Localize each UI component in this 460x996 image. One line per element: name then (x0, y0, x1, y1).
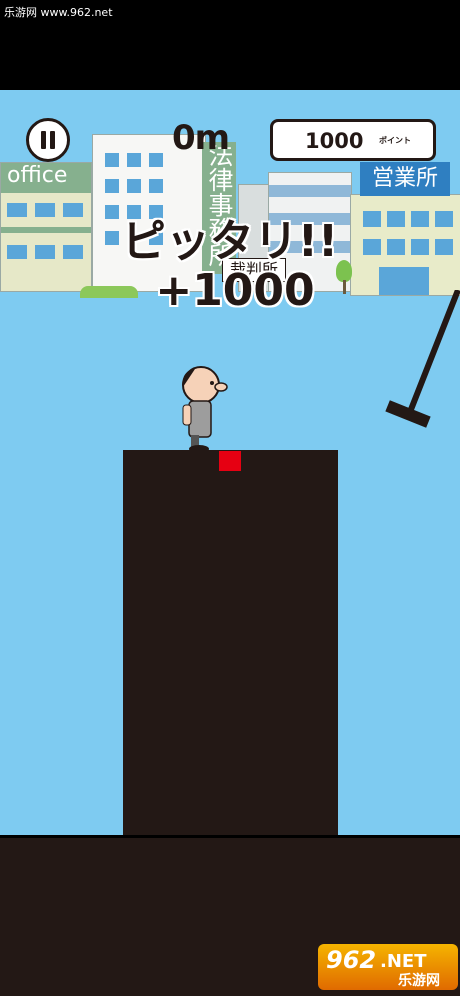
points-display: 1000 ポイント (270, 119, 436, 161)
pause-icon (41, 131, 46, 149)
pillar (123, 450, 338, 835)
salaryman-character (182, 366, 228, 453)
watermark-text: 乐游网 www.962.net (4, 6, 113, 19)
site-logo: 962 .NET 乐游网 (318, 944, 458, 990)
target-marker (219, 451, 241, 471)
pause-button[interactable] (26, 118, 70, 162)
bonus-points: +1000 (155, 265, 315, 316)
distance-counter: 0m (172, 118, 230, 158)
bonus-label: ピッタリ!! (121, 216, 339, 267)
sales-office-sign: 営業所 (360, 162, 450, 196)
points-value: 1000 (305, 129, 364, 153)
points-unit: ポイント (379, 136, 411, 145)
watermark-bar: 乐游网 www.962.net (0, 0, 460, 24)
office-sign: office (7, 163, 68, 188)
